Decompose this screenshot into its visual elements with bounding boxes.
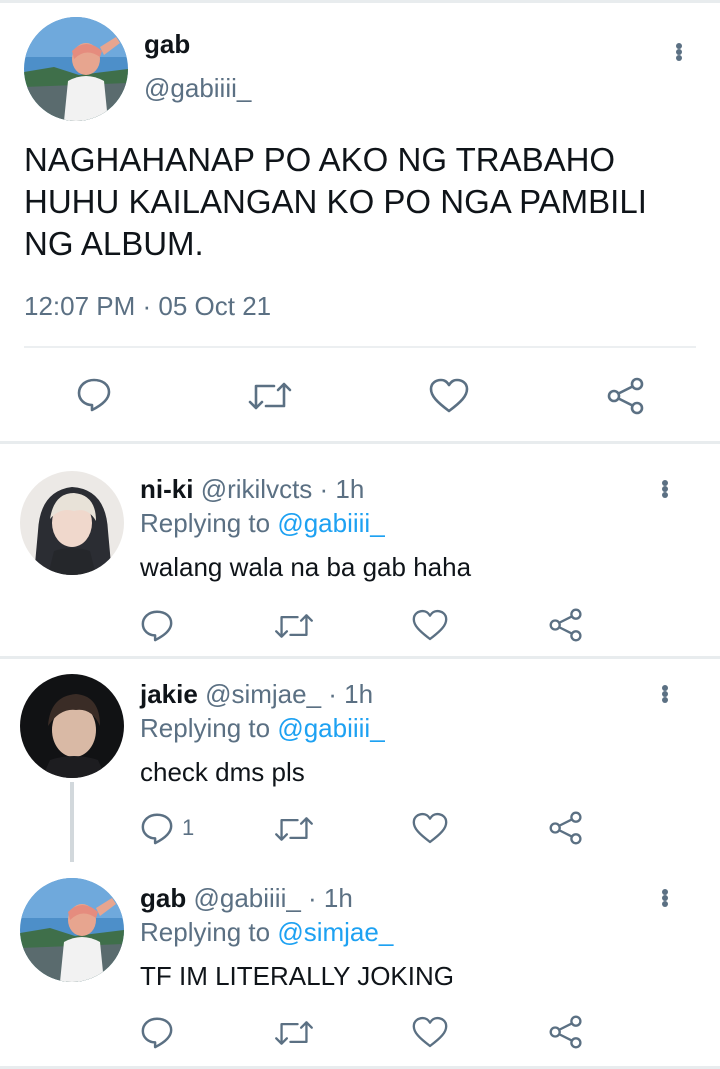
tweet-timestamp[interactable]: 12:07 PM · 05 Oct 21 bbox=[24, 291, 271, 322]
reply-button[interactable]: 1 bbox=[140, 811, 194, 845]
share-button[interactable] bbox=[548, 810, 584, 846]
reply-count: 1 bbox=[182, 815, 195, 840]
like-button[interactable] bbox=[412, 609, 448, 642]
avatar[interactable] bbox=[24, 17, 128, 121]
author-handle[interactable]: @gabiiii_ bbox=[193, 883, 300, 913]
like-icon bbox=[412, 1016, 448, 1048]
reply-text: TF IM LITERALLY JOKING bbox=[140, 961, 454, 991]
share-icon bbox=[607, 377, 644, 415]
like-icon bbox=[412, 609, 448, 641]
retweet-button[interactable] bbox=[274, 610, 314, 642]
reply-time: · 1h bbox=[308, 883, 353, 913]
more-icon bbox=[662, 685, 668, 703]
avatar[interactable] bbox=[20, 878, 124, 982]
main-tweet: gab @gabiiii_ NAGHAHANAP PO AKO NG TRABA… bbox=[0, 3, 720, 443]
author-handle[interactable]: @simjae_ bbox=[205, 679, 321, 709]
reply-header: jakie @simjae_ · 1h bbox=[140, 679, 373, 710]
tweet-text-line: NG ALBUM. bbox=[24, 225, 204, 262]
mention-link[interactable]: @gabiiii_ bbox=[277, 508, 384, 538]
author-name[interactable]: gab bbox=[140, 883, 186, 913]
reply-tweet: jakie @simjae_ · 1h Replying to @gabiiii… bbox=[0, 659, 720, 862]
retweet-button[interactable] bbox=[274, 813, 314, 845]
retweet-icon bbox=[275, 614, 313, 638]
like-button[interactable] bbox=[429, 378, 469, 414]
reply-button[interactable] bbox=[140, 608, 174, 642]
mention-link[interactable]: @gabiiii_ bbox=[277, 713, 384, 743]
author-name[interactable]: jakie bbox=[140, 679, 198, 709]
reply-tweet: ni-ki @rikilvcts · 1h Replying to @gabii… bbox=[0, 444, 720, 656]
retweet-icon bbox=[248, 382, 292, 410]
replying-to: Replying to @gabiiii_ bbox=[140, 508, 385, 539]
reply-button[interactable] bbox=[76, 376, 112, 412]
more-icon bbox=[676, 43, 682, 61]
share-button[interactable] bbox=[548, 1014, 584, 1050]
like-button[interactable] bbox=[412, 1016, 448, 1049]
more-icon bbox=[662, 889, 668, 907]
more-icon bbox=[662, 480, 668, 498]
like-button[interactable] bbox=[412, 812, 448, 845]
reply-icon bbox=[141, 610, 173, 642]
replying-to-label: Replying to bbox=[140, 917, 271, 947]
reply-text: check dms pls bbox=[140, 757, 305, 787]
replying-to: Replying to @simjae_ bbox=[140, 917, 393, 948]
share-button[interactable] bbox=[606, 376, 646, 416]
mention-link[interactable]: @simjae_ bbox=[277, 917, 393, 947]
share-icon bbox=[549, 608, 582, 642]
tweet-text-line: NAGHAHANAP PO AKO NG TRABAHO bbox=[24, 141, 616, 178]
share-icon bbox=[549, 811, 582, 845]
reply-header: gab @gabiiii_ · 1h bbox=[140, 883, 353, 914]
author-name[interactable]: ni-ki bbox=[140, 474, 193, 504]
replying-to-label: Replying to bbox=[140, 713, 271, 743]
replying-to: Replying to @gabiiii_ bbox=[140, 713, 385, 744]
reply-text: walang wala na ba gab haha bbox=[140, 552, 472, 582]
replying-to-label: Replying to bbox=[140, 508, 271, 538]
tweet-text: NAGHAHANAP PO AKO NG TRABAHO HUHU KAILAN… bbox=[24, 139, 704, 265]
reply-icon bbox=[141, 813, 173, 845]
reply-tweet: gab @gabiiii_ · 1h Replying to @simjae_ … bbox=[0, 863, 720, 1069]
more-options-button[interactable] bbox=[650, 679, 680, 709]
avatar[interactable] bbox=[20, 674, 124, 778]
tweet-text-line: HUHU KAILANGAN KO PO NGA PAMBILI bbox=[24, 183, 647, 220]
author-name[interactable]: gab bbox=[144, 29, 190, 60]
reply-time: · 1h bbox=[328, 679, 374, 709]
share-icon bbox=[549, 1015, 582, 1049]
reply-icon bbox=[77, 378, 111, 412]
like-icon bbox=[429, 378, 469, 413]
retweet-button[interactable] bbox=[248, 378, 292, 414]
more-options-button[interactable] bbox=[650, 883, 680, 913]
reply-icon bbox=[141, 1017, 173, 1049]
more-options-button[interactable] bbox=[650, 474, 680, 504]
thread-connector bbox=[70, 782, 74, 862]
reply-header: ni-ki @rikilvcts · 1h bbox=[140, 474, 364, 505]
avatar[interactable] bbox=[20, 471, 124, 575]
like-icon bbox=[412, 812, 448, 844]
more-options-button[interactable] bbox=[664, 37, 694, 67]
reply-button[interactable] bbox=[140, 1015, 174, 1049]
author-handle[interactable]: @rikilvcts bbox=[201, 474, 313, 504]
reply-time: · 1h bbox=[319, 474, 365, 504]
retweet-icon bbox=[275, 817, 313, 841]
divider bbox=[24, 346, 696, 348]
share-button[interactable] bbox=[548, 607, 584, 643]
retweet-button[interactable] bbox=[274, 1017, 314, 1049]
author-handle[interactable]: @gabiiii_ bbox=[144, 73, 251, 104]
retweet-icon bbox=[275, 1021, 313, 1045]
